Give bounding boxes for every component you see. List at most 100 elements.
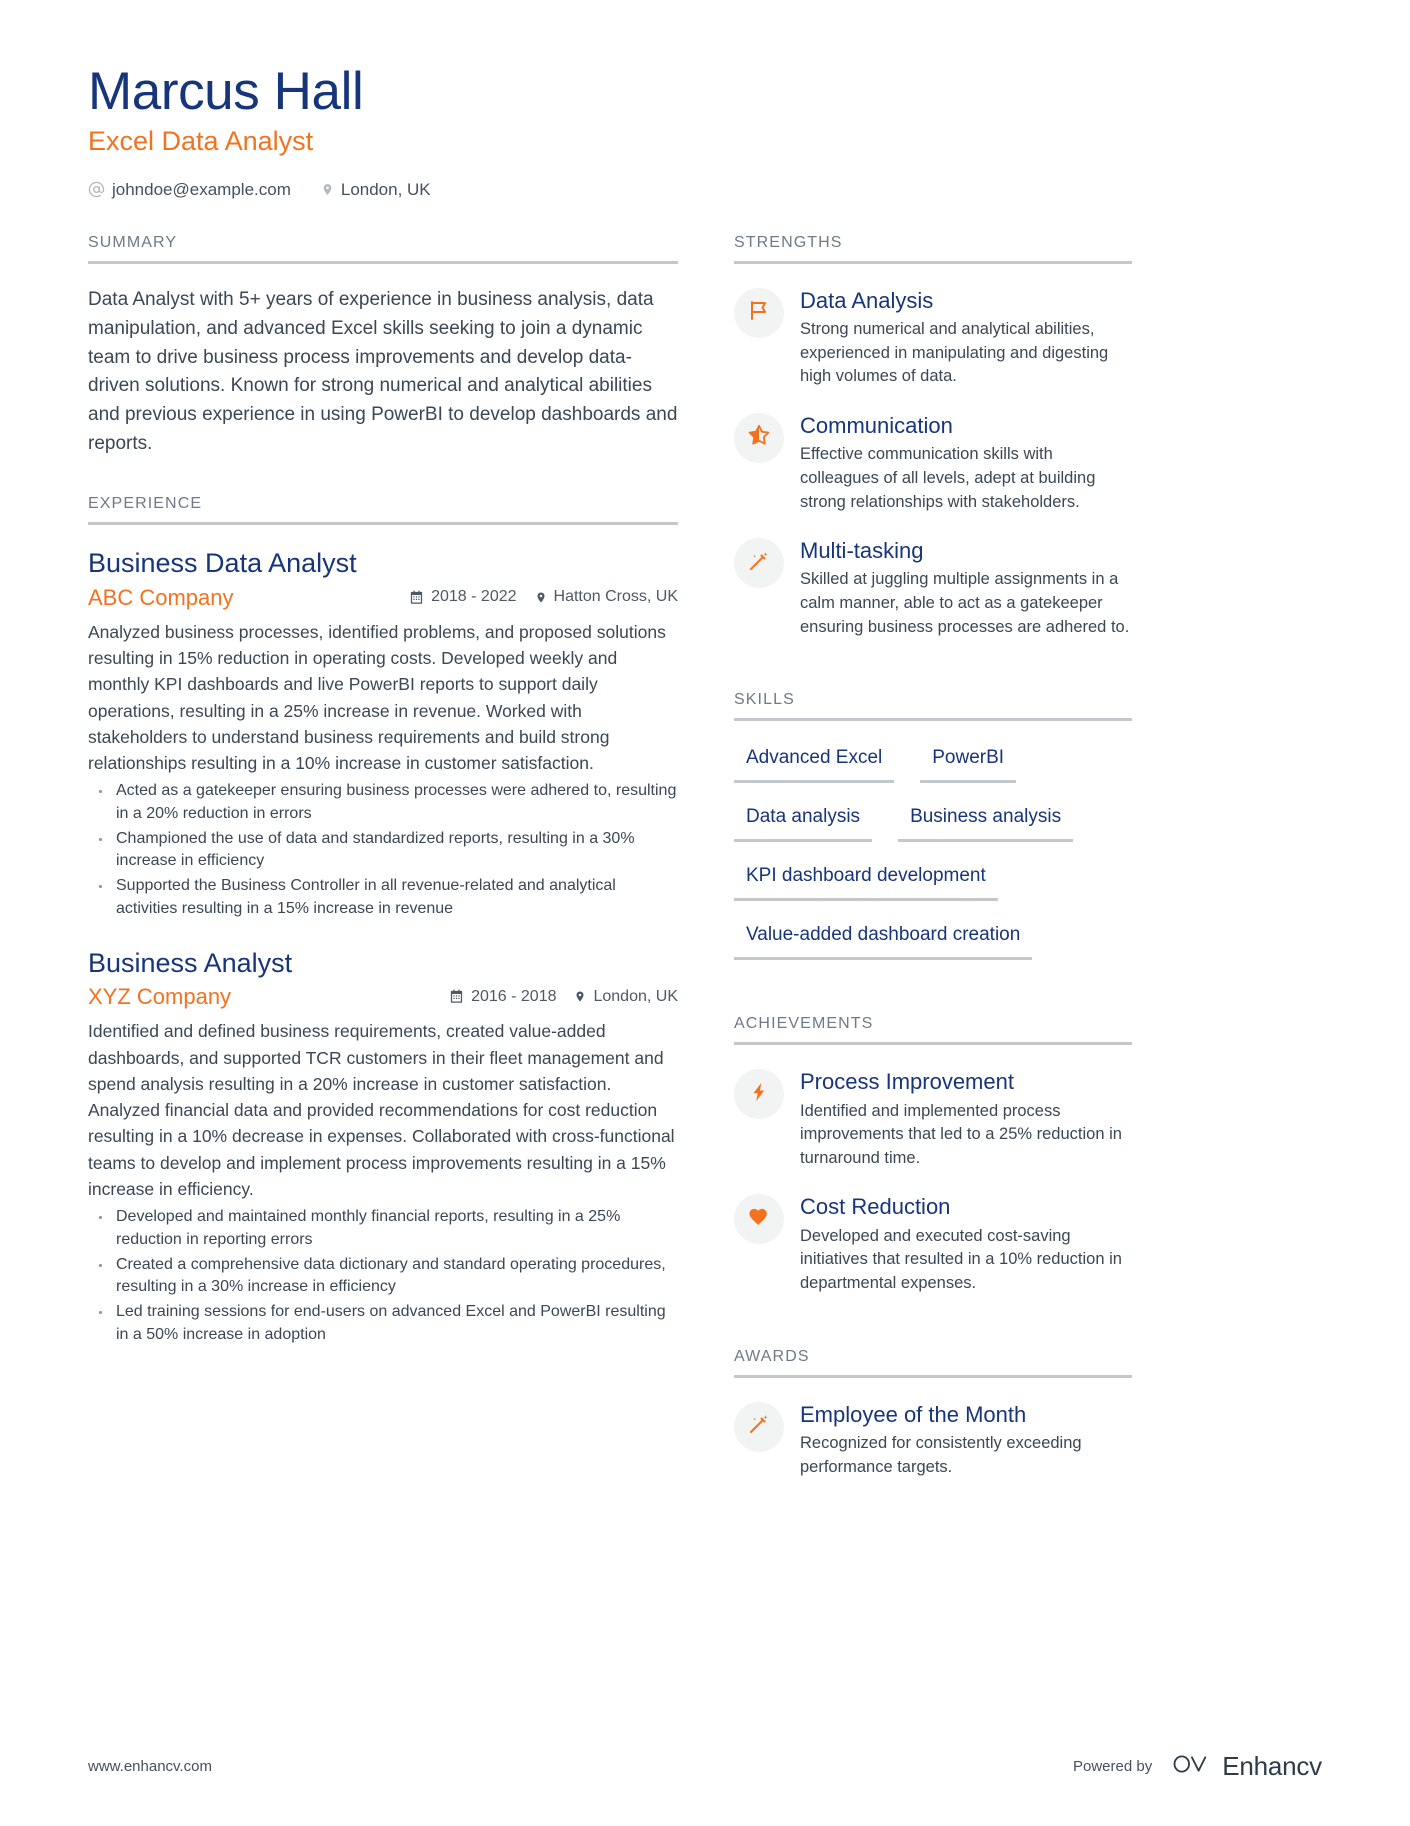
at-sign-icon	[88, 181, 105, 198]
experience-dates-text: 2018 - 2022	[431, 588, 517, 606]
star-icon	[747, 423, 771, 452]
page-footer: www.enhancv.com Powered by Enhancv	[88, 1751, 1322, 1782]
section-divider	[734, 1374, 1132, 1378]
section-heading-strengths: STRENGTHS	[734, 233, 843, 251]
icon-badge	[734, 538, 784, 589]
experience-meta: ABC Company 2018 - 2022 Hatton Cross, UK	[88, 585, 678, 611]
experience-role: Business Analyst	[88, 947, 293, 978]
strength-title: Communication	[800, 412, 953, 438]
section-heading-skills: SKILLS	[734, 691, 795, 709]
award-title: Employee of the Month	[800, 1401, 1027, 1427]
left-column: SUMMARY Data Analyst with 5+ years of ex…	[88, 234, 678, 1373]
magic-wand-icon	[747, 549, 771, 578]
achievement-description: Developed and executed cost-saving initi…	[800, 1226, 1122, 1293]
skill-tag: PowerBI	[920, 743, 1017, 784]
strength-body: Multi-tasking Skilled at juggling multip…	[800, 536, 1132, 639]
experience-dates: 2018 - 2022	[409, 588, 517, 606]
award-body: Employee of the Month Recognized for con…	[800, 1400, 1132, 1480]
experience-meta-side: 2016 - 2018 London, UK	[449, 988, 678, 1006]
section-heading-awards: AWARDS	[734, 1347, 810, 1365]
section-strengths: STRENGTHS Data Analysis Strong numerical…	[734, 234, 1132, 640]
map-pin-icon	[321, 181, 334, 198]
contact-row: johndoe@example.com London, UK	[88, 180, 1322, 200]
map-pin-icon	[574, 989, 586, 1004]
calendar-icon	[449, 989, 464, 1004]
section-divider	[734, 718, 1132, 722]
section-divider	[88, 260, 678, 264]
strength-item: Data Analysis Strong numerical and analy…	[734, 286, 1132, 389]
job-title: Excel Data Analyst	[88, 126, 314, 157]
heart-icon	[747, 1205, 771, 1234]
achievement-title: Process Improvement	[800, 1069, 1014, 1095]
section-divider	[734, 1042, 1132, 1046]
strength-body: Data Analysis Strong numerical and analy…	[800, 286, 1132, 389]
strength-item: Multi-tasking Skilled at juggling multip…	[734, 536, 1132, 639]
experience-role: Business Data Analyst	[88, 548, 357, 578]
icon-badge	[734, 287, 784, 338]
footer-url[interactable]: www.enhancv.com	[88, 1758, 212, 1775]
strength-title: Multi-tasking	[800, 538, 924, 564]
experience-bullet-list: Acted as a gatekeeper ensuring business …	[88, 780, 678, 920]
section-summary: SUMMARY Data Analyst with 5+ years of ex…	[88, 234, 678, 459]
contact-location: London, UK	[321, 180, 431, 200]
skill-tag: Advanced Excel	[734, 743, 895, 784]
experience-company: ABC Company	[88, 584, 234, 610]
list-item: Developed and maintained monthly financi…	[88, 1206, 678, 1251]
powered-by-label: Powered by	[1072, 1758, 1153, 1775]
contact-location-text: London, UK	[340, 179, 431, 199]
strength-item: Communication Effective communication sk…	[734, 411, 1132, 514]
calendar-icon	[409, 590, 424, 605]
list-item: Created a comprehensive data dictionary …	[88, 1254, 678, 1299]
achievement-body: Process Improvement Identified and imple…	[800, 1067, 1132, 1170]
flag-icon	[747, 298, 771, 327]
icon-badge	[734, 412, 784, 463]
section-experience: EXPERIENCE Business Data Analyst ABC Com…	[88, 495, 678, 1346]
list-item: Supported the Business Controller in all…	[88, 875, 678, 920]
achievement-item: Process Improvement Identified and imple…	[734, 1067, 1132, 1170]
experience-meta-side: 2018 - 2022 Hatton Cross, UK	[409, 588, 678, 606]
strength-description: Strong numerical and analytical abilitie…	[800, 320, 1109, 386]
right-column: STRENGTHS Data Analysis Strong numerical…	[734, 234, 1132, 1501]
resume-page: Marcus Hall Excel Data Analyst johndoe@e…	[0, 0, 1410, 1826]
experience-location-text: London, UK	[593, 987, 678, 1005]
summary-text: Data Analyst with 5+ years of experience…	[88, 288, 678, 455]
strength-description: Skilled at juggling multiple assignments…	[800, 570, 1130, 636]
lightning-bolt-icon	[748, 1081, 770, 1108]
section-divider	[88, 522, 678, 525]
award-item: Employee of the Month Recognized for con…	[734, 1400, 1132, 1480]
strength-description: Effective communication skills with coll…	[800, 445, 1096, 511]
section-divider	[734, 260, 1132, 264]
skill-tag: Data analysis	[734, 802, 873, 843]
section-skills: SKILLS Advanced Excel PowerBI Data analy…	[734, 691, 1132, 979]
resume-header: Marcus Hall Excel Data Analyst johndoe@e…	[88, 62, 1322, 200]
list-item: Acted as a gatekeeper ensuring business …	[88, 780, 678, 825]
experience-location: Hatton Cross, UK	[535, 588, 678, 606]
enhancv-brand-name: Enhancv	[1222, 1751, 1322, 1781]
enhancv-logo-icon	[1168, 1751, 1212, 1782]
experience-bullet-list: Developed and maintained monthly financi…	[88, 1206, 678, 1346]
section-heading-achievements: ACHIEVEMENTS	[734, 1015, 874, 1033]
list-item: Championed the use of data and standardi…	[88, 828, 678, 873]
skills-list: Advanced Excel PowerBI Data analysis Bus…	[734, 743, 1132, 979]
experience-company: XYZ Company	[88, 984, 232, 1010]
achievement-description: Identified and implemented process impro…	[800, 1101, 1122, 1167]
award-description: Recognized for consistently exceeding pe…	[800, 1434, 1082, 1476]
strength-body: Communication Effective communication sk…	[800, 411, 1132, 514]
experience-dates-text: 2016 - 2018	[471, 987, 557, 1005]
contact-email[interactable]: johndoe@example.com	[88, 180, 291, 200]
icon-badge	[734, 1069, 784, 1120]
skill-tag: Value-added dashboard creation	[734, 920, 1033, 961]
skill-tag: KPI dashboard development	[734, 861, 998, 902]
map-pin-icon	[535, 590, 547, 605]
footer-branding: Powered by Enhancv	[1073, 1751, 1322, 1782]
achievement-item: Cost Reduction Developed and executed co…	[734, 1192, 1132, 1295]
experience-dates: 2016 - 2018	[449, 988, 556, 1006]
experience-entry: Business Data Analyst ABC Company 2018 -	[88, 547, 678, 921]
experience-meta: XYZ Company 2016 - 2018 London, UK	[88, 984, 678, 1010]
experience-location: London, UK	[574, 988, 678, 1006]
experience-location-text: Hatton Cross, UK	[553, 588, 678, 606]
